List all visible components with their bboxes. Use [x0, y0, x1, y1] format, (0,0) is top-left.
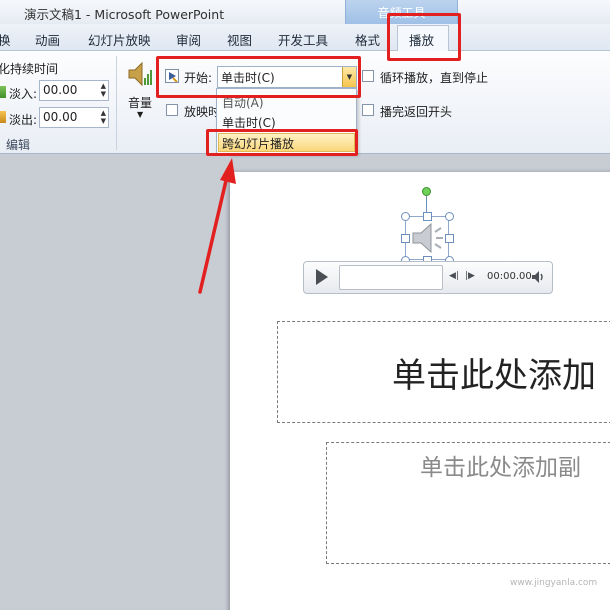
- resize-handle[interactable]: [445, 234, 454, 243]
- fade-out-icon: [0, 111, 6, 123]
- skip-forward-icon[interactable]: |▶: [465, 271, 475, 281]
- annotation-arrow-icon: [198, 158, 236, 294]
- title-placeholder-text: 单击此处添加: [392, 356, 596, 396]
- rewind-label: 播完返回开头: [380, 105, 453, 119]
- tab-view[interactable]: 视图: [227, 30, 252, 49]
- volume-dropdown-icon[interactable]: ▼: [137, 110, 143, 119]
- fade-in-value: 00.00: [43, 83, 78, 97]
- loop-checkbox[interactable]: [362, 70, 374, 82]
- fade-in-icon: [0, 86, 6, 98]
- resize-handle[interactable]: [445, 212, 454, 221]
- tab-format[interactable]: 格式: [355, 30, 380, 49]
- speaker-volume-icon: [128, 61, 152, 87]
- audio-timeline[interactable]: [339, 265, 443, 290]
- resize-handle[interactable]: [401, 212, 410, 221]
- resize-handle[interactable]: [401, 234, 410, 243]
- volume-button[interactable]: [126, 58, 154, 92]
- tab-review[interactable]: 审阅: [176, 30, 201, 49]
- fade-out-label: 淡出:: [9, 113, 38, 127]
- window-title: 演示文稿1 - Microsoft PowerPoint: [24, 7, 225, 22]
- highlight-box-play-tab: [387, 13, 461, 61]
- player-volume-icon[interactable]: [530, 269, 546, 285]
- spin-down-icon[interactable]: ▼: [101, 118, 106, 125]
- tab-developer[interactable]: 开发工具: [278, 30, 328, 49]
- fade-in-label: 淡入:: [9, 87, 38, 101]
- tab-slideshow[interactable]: 幻灯片放映: [88, 30, 151, 49]
- hide-during-show-label: 放映时: [184, 105, 221, 119]
- spin-up-icon[interactable]: ▲: [101, 110, 106, 117]
- rotate-handle[interactable]: [422, 187, 431, 196]
- rewind-checkbox[interactable]: [362, 104, 374, 116]
- fade-out-input[interactable]: 00.00 ▲ ▼: [39, 107, 109, 128]
- loop-label: 循环播放，直到停止: [380, 71, 489, 85]
- spin-down-icon[interactable]: ▼: [101, 91, 106, 98]
- resize-handle[interactable]: [423, 212, 432, 221]
- watermark: www.jingyanla.com: [510, 578, 598, 588]
- fade-out-value: 00.00: [43, 110, 78, 124]
- fade-duration-heading: 化持续时间: [0, 62, 59, 76]
- play-icon[interactable]: [316, 269, 328, 285]
- spin-up-icon[interactable]: ▲: [101, 83, 106, 90]
- highlight-box-start-combo: [156, 56, 361, 98]
- tab-transitions[interactable]: 换: [0, 30, 11, 49]
- subtitle-placeholder-text: 单击此处添加副: [420, 455, 581, 481]
- tab-animations[interactable]: 动画: [35, 30, 60, 49]
- group-separator: [116, 56, 117, 150]
- hide-during-show-checkbox[interactable]: [166, 104, 178, 116]
- volume-label[interactable]: 音量: [128, 94, 152, 111]
- time-readout: 00:00.00: [487, 271, 532, 282]
- editing-group-label: 编辑: [6, 138, 31, 152]
- speaker-icon[interactable]: [407, 218, 447, 258]
- skip-back-icon[interactable]: ◀|: [449, 271, 459, 281]
- fade-in-input[interactable]: 00.00 ▲ ▼: [39, 80, 109, 101]
